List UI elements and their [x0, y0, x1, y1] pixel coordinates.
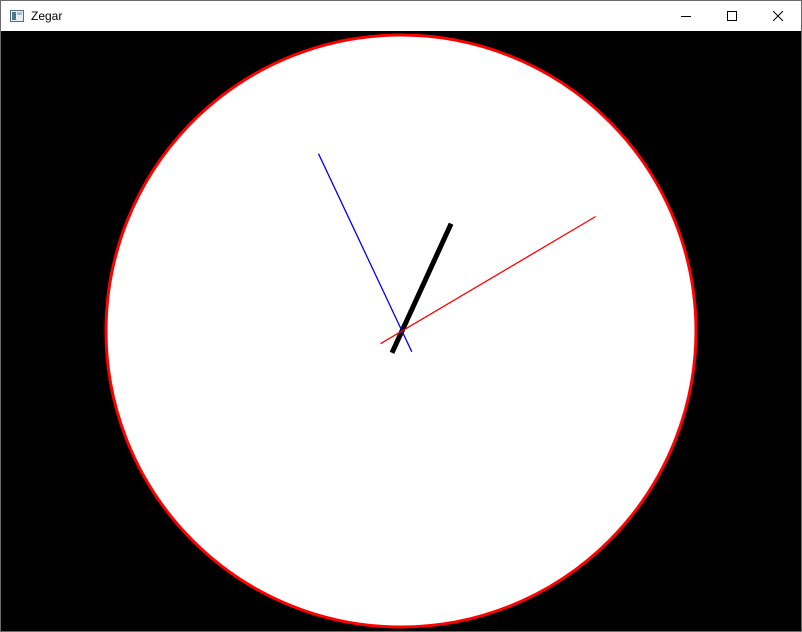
clock-canvas — [1, 31, 801, 631]
title-bar[interactable]: Zegar — [1, 1, 801, 31]
application-window: Zegar — [0, 0, 802, 632]
maximize-button[interactable] — [709, 1, 755, 31]
minimize-button[interactable] — [663, 1, 709, 31]
clock-drawing — [1, 31, 801, 631]
close-icon — [773, 11, 783, 21]
close-button[interactable] — [755, 1, 801, 31]
window-title: Zegar — [31, 9, 63, 23]
window-controls — [663, 1, 801, 31]
minimize-icon — [681, 16, 691, 17]
maximize-icon — [727, 11, 737, 21]
app-window-icon — [10, 10, 24, 22]
